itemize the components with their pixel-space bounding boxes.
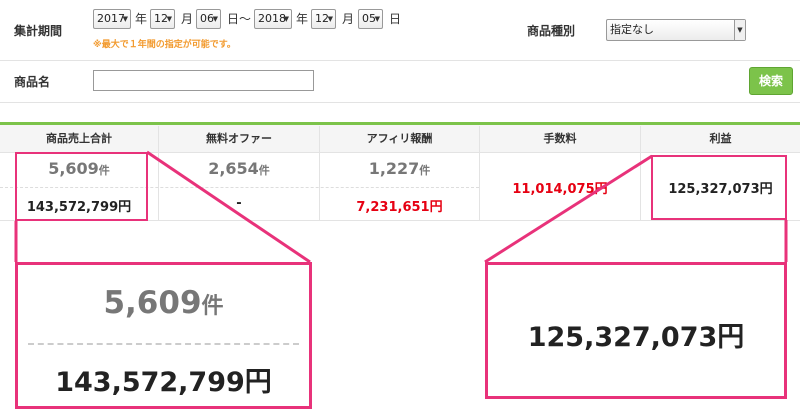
sales-zoom-panel: 5,609件 143,572,799円 xyxy=(15,262,312,409)
profit-zoom-panel: 125,327,073円 xyxy=(485,262,787,399)
zoom-sales-count: 5,609件 xyxy=(18,285,309,321)
zoom-sales-amount: 143,572,799円 xyxy=(55,367,272,398)
zoom-count-unit: 件 xyxy=(201,294,224,319)
sales-highlight-box xyxy=(15,152,148,221)
zoom-sales-count-value: 5,609 xyxy=(103,285,202,321)
zoom-dashed-divider xyxy=(28,343,299,345)
zoom-profit-amount: 125,327,073円 xyxy=(527,322,745,353)
profit-highlight-box xyxy=(651,155,787,220)
